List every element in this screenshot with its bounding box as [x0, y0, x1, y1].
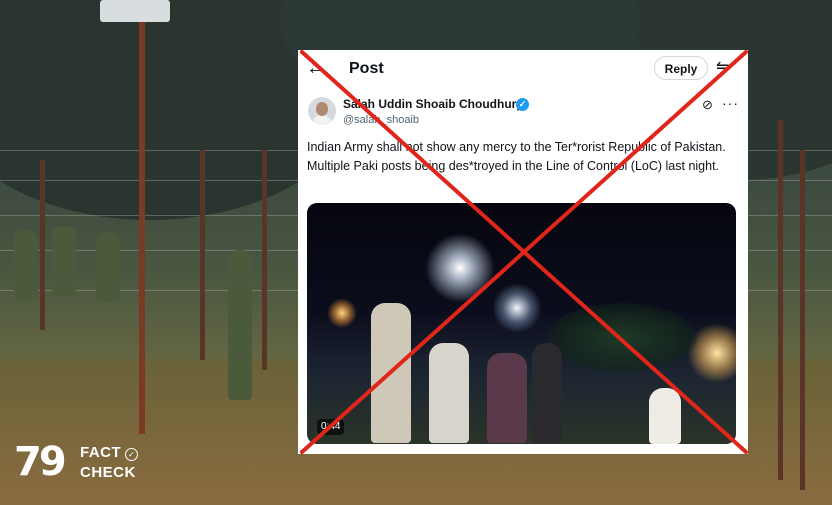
fact-check-logo: 79 FACT CHECK ✓	[14, 439, 138, 486]
check-icon: ✓	[125, 448, 138, 461]
reply-button[interactable]: Reply	[654, 56, 708, 80]
author-handle[interactable]: @salah_shoaib	[343, 114, 419, 126]
video-timestamp: 0:44	[317, 419, 345, 435]
verified-badge-icon: ✓	[516, 98, 529, 111]
avatar[interactable]	[308, 97, 336, 125]
logo-fact-text: FACT	[80, 444, 122, 461]
back-arrow-icon[interactable]: ←	[306, 58, 326, 78]
post-header: ← Post Reply ⇋	[298, 50, 748, 88]
logo-check-text: CHECK	[80, 464, 136, 481]
more-icon[interactable]: ···	[722, 96, 738, 110]
post-text: Indian Army shall not show any mercy to …	[307, 140, 726, 173]
grok-icon[interactable]: ⊘	[702, 98, 716, 112]
post-video[interactable]: 0:44	[307, 203, 736, 444]
logo-digits: 79	[14, 439, 67, 485]
tune-icon[interactable]: ⇋	[716, 59, 734, 77]
page-title: Post	[349, 60, 384, 77]
author-name[interactable]: Salah Uddin Shoaib Choudhury	[343, 97, 523, 111]
post-card: ← Post Reply ⇋ Salah Uddin Shoaib Choudh…	[298, 50, 748, 454]
